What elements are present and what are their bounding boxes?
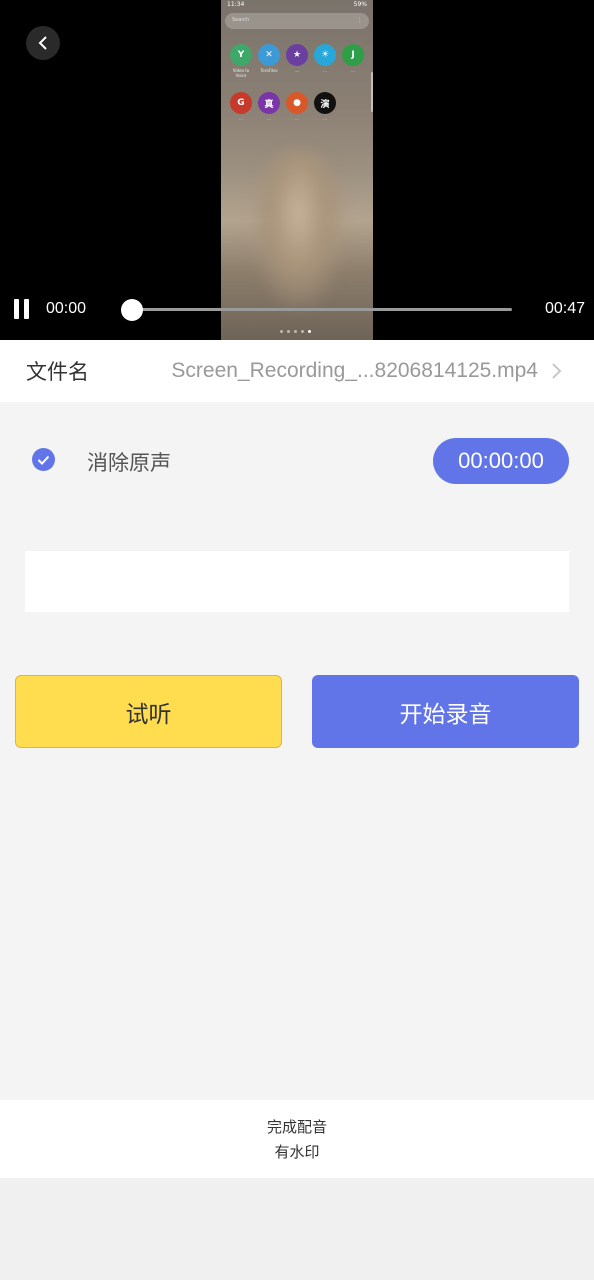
phone-app-item: ✕ TeraFiles [255,44,283,78]
video-player[interactable]: 11:34 59% Search ⋮ Y Video to Voice ✕ TeraF… [0,0,594,340]
file-name-label: 文件名 [26,360,89,384]
phone-status-battery: 59% [353,1,367,8]
pause-button[interactable] [14,299,32,321]
phone-app-label: ... [351,68,355,73]
phone-app-label: TeraFiles [260,68,278,73]
file-name-row[interactable]: 文件名 Screen_Recording_...8206814125.mp4 [0,340,594,402]
dubbing-panel [0,402,594,1100]
sun-icon: ☀ [314,44,336,66]
green-leaf-icon: Y [230,44,252,66]
phone-status-time: 11:34 [227,1,245,8]
yan-icon: 演 [314,92,336,114]
more-icon: ⋮ [357,17,362,23]
phone-search-placeholder: Search [232,17,250,23]
orange-badge-icon: ● [286,92,308,114]
phone-app-label: Video to Voice [232,68,250,78]
finish-dubbing-label: 完成配音 [266,1118,327,1136]
phone-app-item: ☀... [311,44,339,78]
chevron-left-icon [38,36,47,50]
phone-scroll-indicator [371,72,373,112]
chevron-right-icon [552,363,562,379]
phone-app-item: ●... [283,92,311,126]
file-name-value: Screen_Recording_...8206814125.mp4 [171,359,538,382]
video-frame-phone-screen: 11:34 59% Search ⋮ Y Video to Voice ✕ TeraF… [221,0,373,340]
listen-button[interactable]: 试听 [15,675,282,748]
game-badge-icon: ★ [286,44,308,66]
mute-original-label[interactable]: 消除原声 [87,447,171,477]
tool-icon: ✕ [258,44,280,66]
jian-icon: J [342,44,364,66]
page-dot [280,330,283,333]
dubbing-text-input[interactable] [25,551,569,612]
checkmark-icon [37,455,50,465]
page-dot-active [308,330,311,333]
phone-app-item: ★.... [283,44,311,78]
phone-app-item: G... [227,92,255,126]
phone-app-item: 演... [311,92,339,126]
phone-app-label: ... [267,116,271,121]
phone-app-label: ... [323,68,327,73]
recording-timer: 00:00:00 [433,438,569,484]
pause-icon-bar [24,299,29,319]
phone-app-label: ... [239,116,243,121]
phone-app-item: 真... [255,92,283,126]
pause-icon-bar [14,299,19,319]
red-badge-icon: G [230,92,252,114]
phone-search-bar: Search ⋮ [225,13,369,29]
phone-app-label: .... [294,68,300,73]
back-button[interactable] [26,26,60,60]
page-dot [287,330,290,333]
phone-app-item: J... [339,44,367,78]
duration-time: 00:47 [545,300,586,317]
watermark-note: 有水印 [274,1143,320,1161]
finish-dubbing-button[interactable]: 完成配音 有水印 [0,1100,594,1178]
page-dot [294,330,297,333]
blurred-person-background [251,150,346,310]
zhen-icon: 真 [258,92,280,114]
page-dot [301,330,304,333]
start-recording-button[interactable]: 开始录音 [312,675,579,748]
seek-handle[interactable] [121,299,143,321]
phone-status-bar: 11:34 59% [221,0,373,12]
current-time: 00:00 [46,300,87,317]
phone-app-label: ... [295,116,299,121]
phone-app-grid: Y Video to Voice ✕ TeraFiles ★.... ☀... J... G.… [227,44,367,126]
page-indicator-dots [280,330,311,333]
mute-original-checkbox[interactable] [32,448,55,471]
seek-bar[interactable] [132,308,512,311]
phone-app-item: Y Video to Voice [227,44,255,78]
phone-app-label: ... [323,116,327,121]
